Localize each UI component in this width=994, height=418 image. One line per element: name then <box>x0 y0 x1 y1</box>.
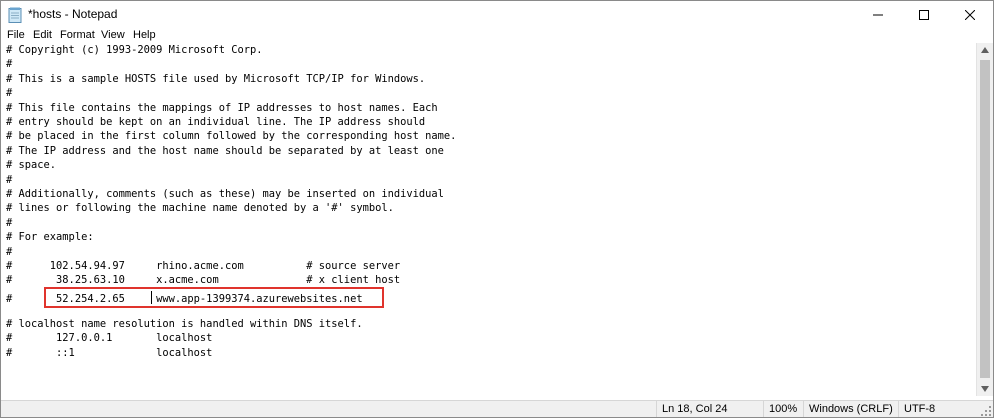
status-encoding: UTF-8 <box>898 401 978 417</box>
status-zoom: 100% <box>763 401 803 417</box>
text-line: # Additionally, comments (such as these)… <box>6 188 444 200</box>
text-caret <box>151 291 152 304</box>
text-line: # ::1 localhost <box>6 346 213 359</box>
maximize-icon <box>919 10 929 20</box>
text-editor[interactable]: # Copyright (c) 1993-2009 Microsoft Corp… <box>1 43 976 396</box>
text-line: # <box>6 173 13 186</box>
menu-format[interactable]: Format <box>60 29 95 41</box>
text-line: # This file contains the mappings of IP … <box>6 101 438 114</box>
menu-edit[interactable]: Edit <box>33 29 52 41</box>
status-position: Ln 18, Col 24 <box>656 401 763 417</box>
scrollbar-thumb[interactable] <box>980 60 990 378</box>
status-line-ending: Windows (CRLF) <box>803 401 898 417</box>
minimize-button[interactable] <box>855 1 901 29</box>
title-bar[interactable]: *hosts - Notepad <box>1 1 993 29</box>
menu-bar: File Edit Format View Help <box>1 29 993 43</box>
resize-grip-icon[interactable] <box>981 406 991 416</box>
notepad-icon <box>8 7 22 23</box>
close-button[interactable] <box>947 1 993 29</box>
text-line: # localhost name resolution is handled w… <box>6 318 363 330</box>
text-line: # lines or following the machine name de… <box>6 202 394 215</box>
text-line: # <box>6 216 13 229</box>
notepad-window: *hosts - Notepad File Edit Format View H… <box>0 0 994 418</box>
menu-help[interactable]: Help <box>133 29 156 41</box>
minimize-icon <box>873 14 883 16</box>
text-line: # be placed in the first column followed… <box>6 130 457 143</box>
window-title: *hosts - Notepad <box>28 7 118 21</box>
menu-file[interactable]: File <box>7 29 25 41</box>
text-line: # 102.54.94.97 rhino.acme.com # source s… <box>6 260 401 272</box>
highlight-box <box>44 287 384 308</box>
text-line: # <box>6 58 13 71</box>
text-line: # <box>6 245 13 258</box>
scroll-up-icon[interactable] <box>981 47 989 53</box>
vertical-scrollbar[interactable] <box>976 43 993 396</box>
text-line: # 38.25.63.10 x.acme.com # x client host <box>6 274 401 287</box>
text-line: # This is a sample HOSTS file used by Mi… <box>6 72 426 85</box>
status-bar: Ln 18, Col 24 100% Windows (CRLF) UTF-8 <box>1 400 993 417</box>
text-line: # 127.0.0.1 localhost <box>6 332 213 345</box>
scroll-down-icon[interactable] <box>981 386 989 392</box>
close-icon <box>965 10 975 20</box>
maximize-button[interactable] <box>901 1 947 29</box>
text-line: # Copyright (c) 1993-2009 Microsoft Corp… <box>6 44 263 56</box>
text-line: # entry should be kept on an individual … <box>6 116 426 128</box>
text-line: # space. <box>6 159 57 172</box>
menu-view[interactable]: View <box>101 29 125 41</box>
text-line: # For example: <box>6 231 94 244</box>
text-line: # The IP address and the host name shoul… <box>6 144 444 157</box>
text-line: # <box>6 87 13 100</box>
